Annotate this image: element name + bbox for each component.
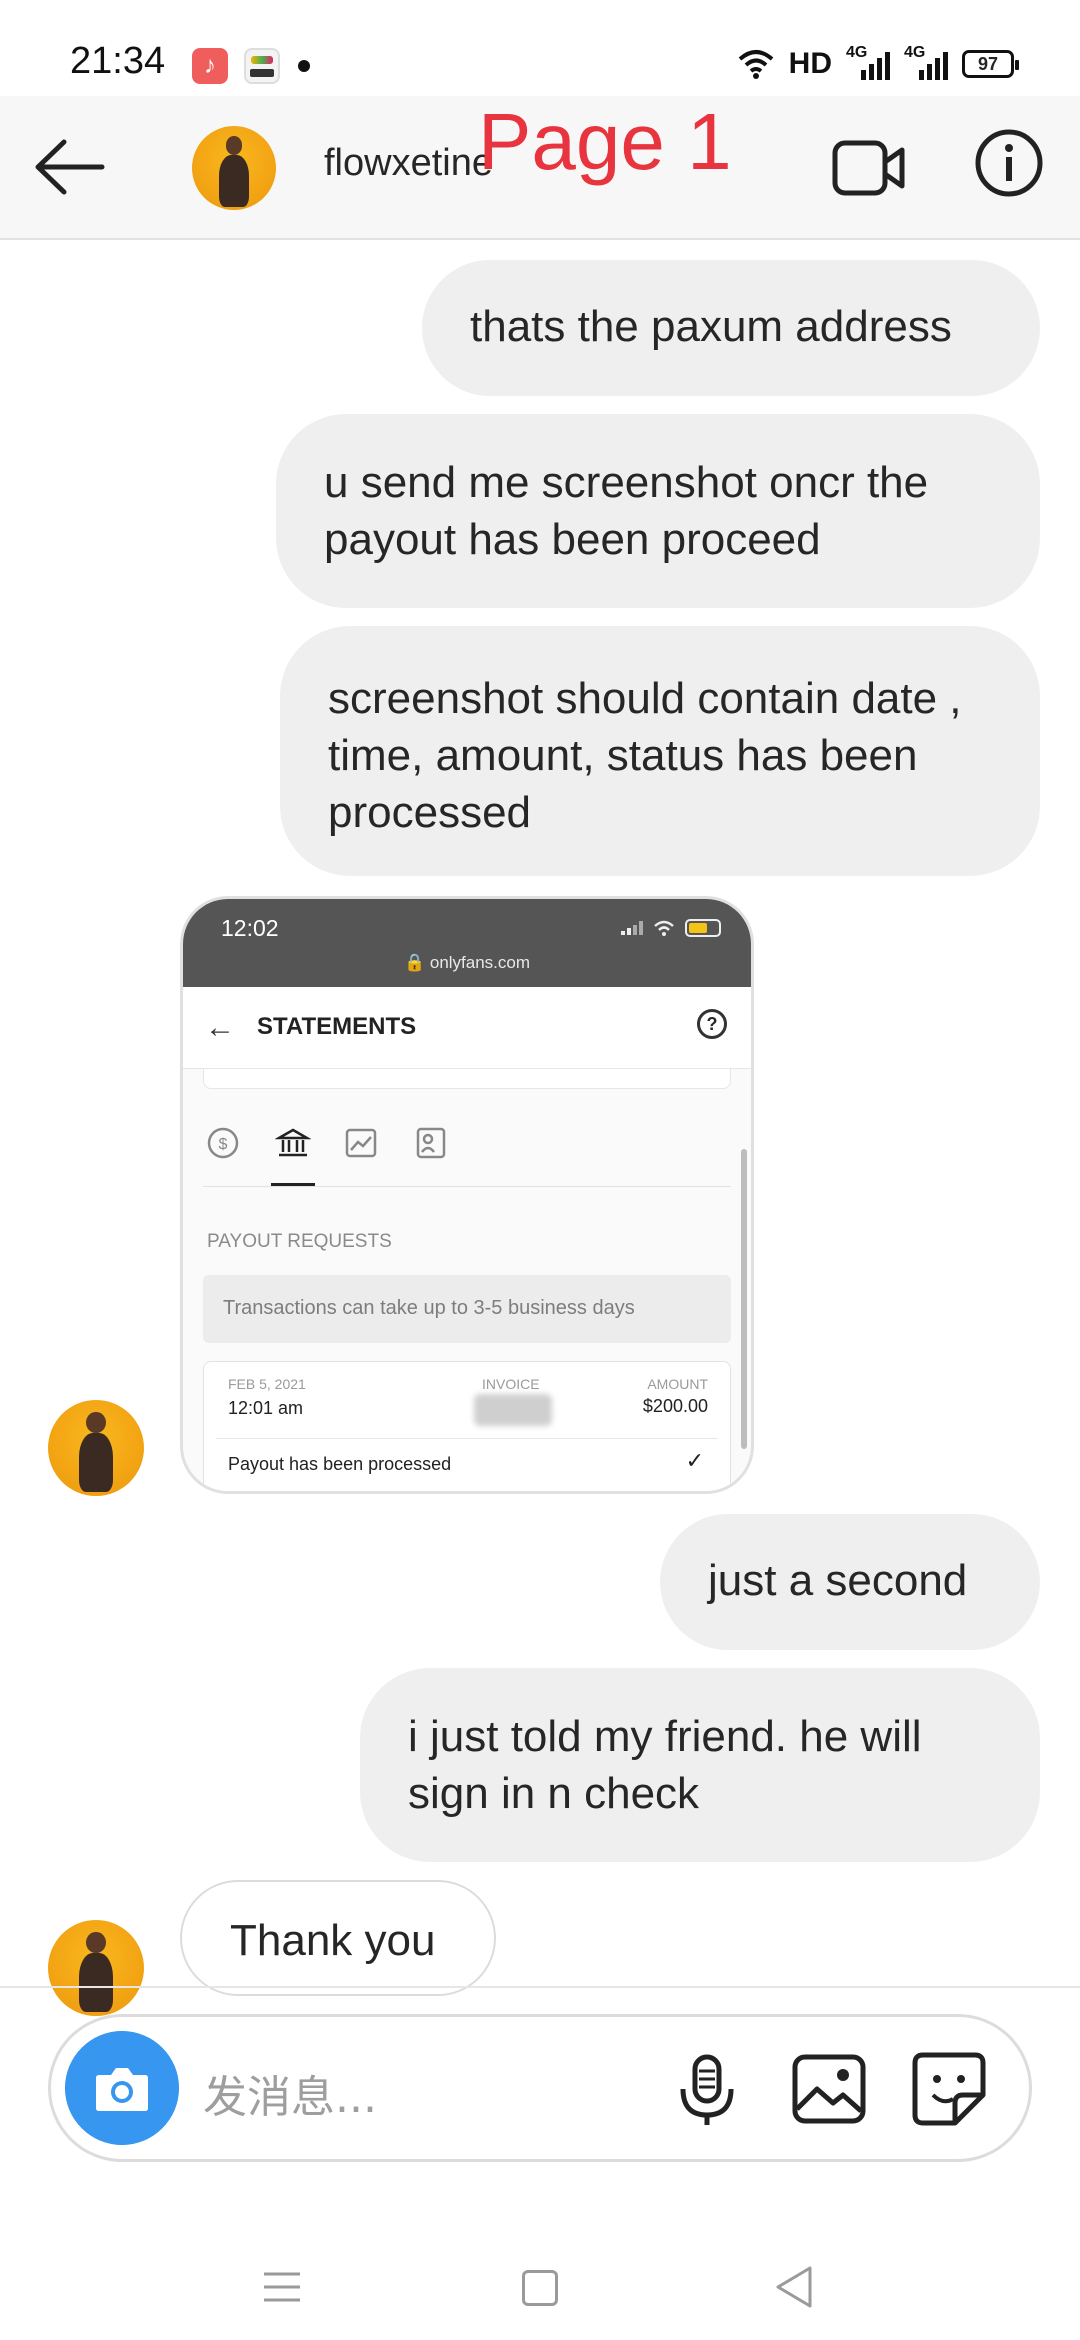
- message-bubble-outgoing[interactable]: screenshot should contain date , time, a…: [280, 626, 1040, 876]
- amount-value: $200.00: [642, 1396, 708, 1416]
- image-payout-row: FEB 5, 2021 12:01 am INVOICE AMOUNT $200…: [203, 1361, 731, 1491]
- image-top-card: [203, 1069, 731, 1089]
- image-url: 🔒 onlyfans.com: [403, 953, 531, 972]
- camera-button[interactable]: [65, 2031, 179, 2145]
- back-arrow-icon[interactable]: [30, 132, 110, 202]
- status-icons: HD 4G 4G 97: [737, 44, 1019, 84]
- image-signal-icon: [621, 921, 643, 935]
- status-time: 21:34: [70, 40, 166, 82]
- image-section-title: PAYOUT REQUESTS: [207, 1231, 392, 1252]
- image-nav: ← STATEMENTS ?: [183, 987, 751, 1069]
- page-overlay-label: Page 1: [478, 97, 732, 186]
- signal-icon-1: 4G: [846, 44, 890, 82]
- svg-text:$: $: [219, 1136, 228, 1153]
- chat-header: flowxetine Page 1: [0, 96, 1080, 240]
- image-title: STATEMENTS: [257, 1013, 417, 1040]
- contact-avatar[interactable]: [192, 126, 276, 210]
- payout-time: 12:01 am: [228, 1398, 304, 1418]
- recent-apps-icon[interactable]: [262, 2270, 302, 2304]
- row-divider: [216, 1438, 718, 1439]
- more-notifications-icon: [298, 60, 310, 72]
- image-note: Transactions can take up to 3-5 business…: [203, 1275, 731, 1343]
- message-input[interactable]: 发消息...: [203, 2061, 377, 2125]
- message-bubble-incoming[interactable]: Thank you: [180, 1880, 496, 1996]
- sender-avatar[interactable]: [48, 1400, 144, 1496]
- video-call-icon[interactable]: [832, 138, 906, 198]
- image-battery-icon: [685, 919, 721, 937]
- payout-date: FEB 5, 2021: [228, 1376, 306, 1392]
- image-status-bar: 12:02 🔒 onlyfans.com: [183, 899, 751, 987]
- music-app-icon: ♪: [192, 48, 228, 84]
- image-tabs: $: [203, 1117, 731, 1187]
- invoice-blurred: [474, 1394, 552, 1426]
- message-bubble-outgoing[interactable]: just a second: [660, 1514, 1040, 1650]
- image-back-icon: ←: [205, 1011, 235, 1044]
- bank-icon: [275, 1128, 311, 1157]
- image-status-icons: [621, 919, 721, 937]
- hd-indicator: HD: [788, 47, 832, 80]
- composer-divider: [0, 1986, 1080, 1988]
- message-composer: 发消息...: [48, 2014, 1032, 2162]
- message-bubble-outgoing[interactable]: u send me screenshot oncr the payout has…: [276, 414, 1040, 608]
- image-help-icon: ?: [697, 1009, 727, 1039]
- image-scrollbar: [741, 1149, 747, 1449]
- notification-app-icon: [244, 48, 280, 84]
- signal-icon-2: 4G: [904, 44, 948, 82]
- sticker-icon[interactable]: [911, 2051, 987, 2127]
- active-tab-indicator: [271, 1183, 315, 1186]
- shared-image-message[interactable]: 12:02 🔒 onlyfans.com ← STATEMENTS ? $ PA…: [180, 896, 754, 1494]
- nav-back-icon[interactable]: [774, 2264, 814, 2310]
- user-transfer-icon: [416, 1127, 446, 1159]
- dollar-icon: $: [207, 1127, 239, 1159]
- sender-avatar[interactable]: [48, 1920, 144, 2016]
- amount-label: AMOUNT: [647, 1376, 708, 1392]
- message-bubble-outgoing[interactable]: i just told my friend. he will sign in n…: [360, 1668, 1040, 1862]
- message-bubble-outgoing[interactable]: thats the paxum address: [422, 260, 1040, 396]
- wifi-icon: [738, 50, 773, 79]
- image-time: 12:02: [221, 915, 279, 941]
- invoice-label: INVOICE: [482, 1376, 540, 1392]
- image-wifi-icon: [654, 920, 674, 936]
- gallery-icon[interactable]: [791, 2053, 867, 2125]
- check-icon: ✓: [685, 1448, 704, 1473]
- chart-icon: [345, 1128, 377, 1158]
- status-bar: 21:34 ♪ HD 4G 4G 97: [0, 0, 1080, 96]
- info-icon[interactable]: [974, 128, 1044, 198]
- payout-status: Payout has been processed: [228, 1454, 452, 1474]
- battery-icon: 97: [962, 50, 1019, 78]
- system-nav-bar: [0, 2200, 1080, 2340]
- microphone-icon[interactable]: [673, 2053, 741, 2129]
- contact-username[interactable]: flowxetine: [324, 142, 493, 185]
- home-icon[interactable]: [522, 2270, 558, 2306]
